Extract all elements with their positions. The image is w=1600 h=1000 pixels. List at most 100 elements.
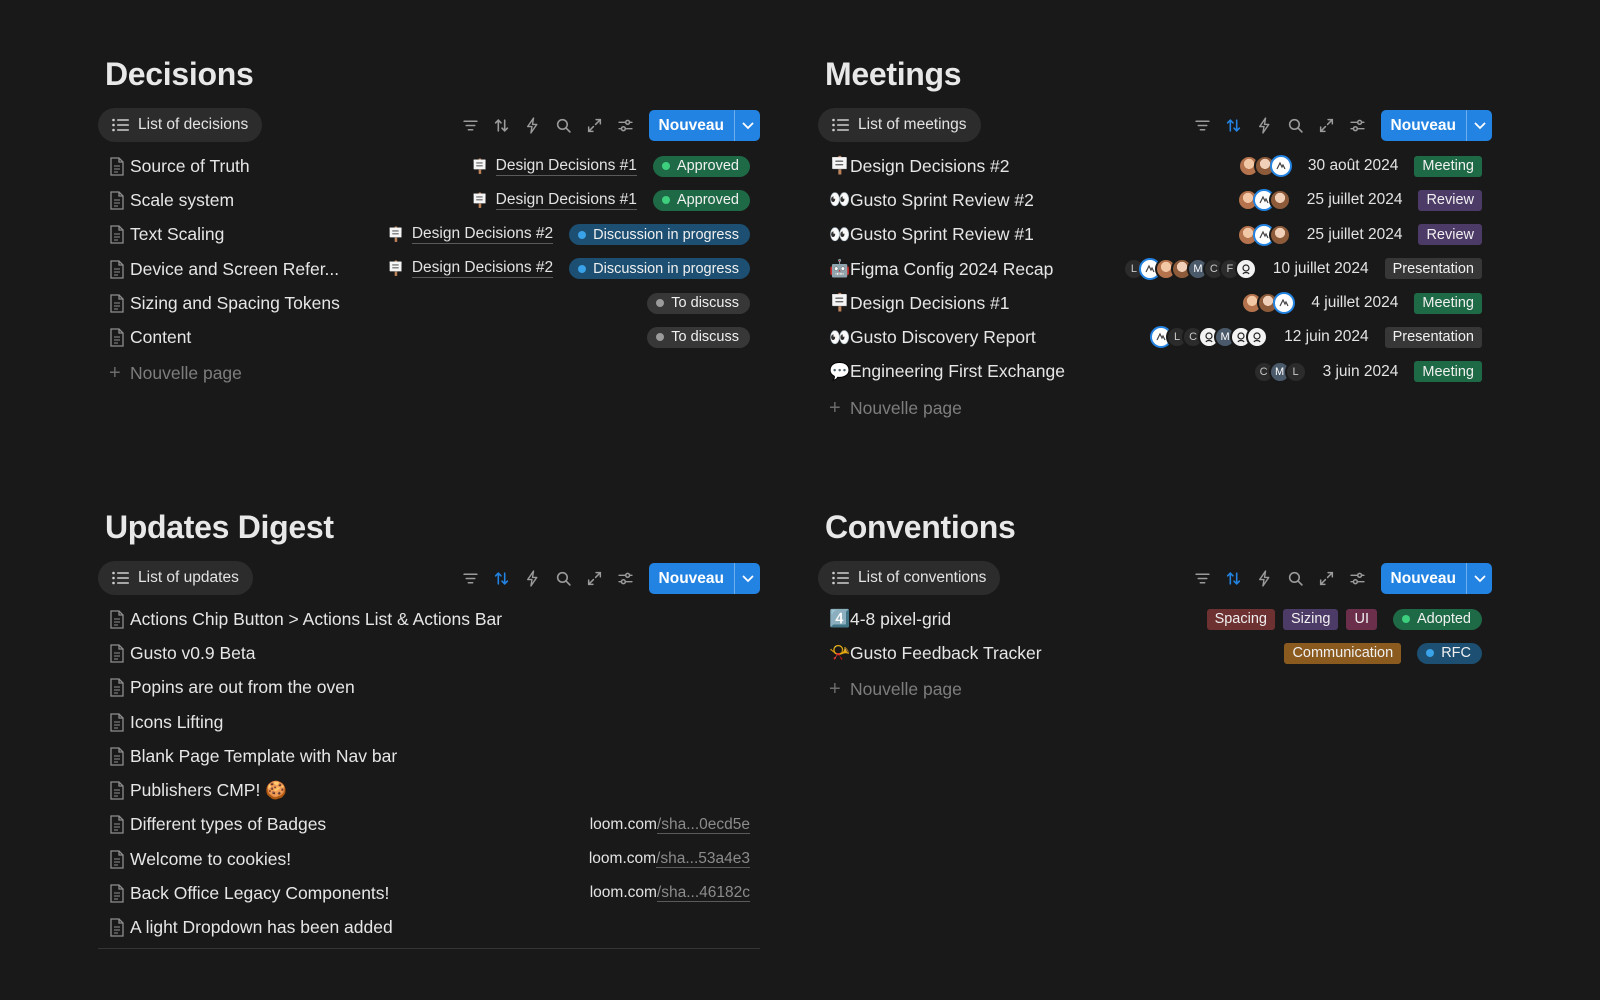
updates-view-tab[interactable]: List of updates	[98, 561, 253, 595]
update-title: Blank Page Template with Nav bar	[130, 745, 398, 766]
update-title: Different types of Badges	[130, 814, 327, 835]
convention-row[interactable]: 4️⃣ 4-8 pixel-grid Spacing Sizing UI Ado…	[818, 602, 1492, 636]
settings-icon[interactable]	[610, 110, 641, 141]
new-page-label: Nouvelle page	[130, 363, 242, 384]
chevron-down-icon[interactable]	[734, 563, 760, 594]
decisions-new-button[interactable]: Nouveau	[648, 110, 760, 141]
update-row[interactable]: Welcome to cookies! loom.com/sha...53a4e3	[98, 842, 760, 876]
loom-link[interactable]: loom.com/sha...53a4e3	[589, 850, 750, 869]
decisions-view-tab[interactable]: List of decisions	[98, 108, 263, 142]
relation-label: Design Decisions #2	[411, 225, 554, 245]
filter-icon[interactable]	[455, 563, 486, 594]
decision-relation[interactable]: 🪧 Design Decisions #2	[387, 225, 554, 245]
convention-row[interactable]: 📯 Gusto Feedback Tracker Communication R…	[818, 636, 1492, 670]
expand-icon[interactable]	[1311, 110, 1342, 141]
filter-icon[interactable]	[1187, 563, 1218, 594]
meeting-date: 10 juillet 2024	[1272, 259, 1369, 277]
settings-icon[interactable]	[610, 563, 641, 594]
decision-row[interactable]: Device and Screen Refer... 🪧 Design Decis…	[98, 252, 760, 286]
page-icon	[98, 918, 130, 937]
decision-relation[interactable]: 🪧 Design Decisions #1	[471, 157, 637, 176]
update-row[interactable]: Gusto v0.9 Beta	[98, 636, 760, 670]
decisions-tools: Nouveau	[455, 110, 760, 141]
sort-icon[interactable]	[1218, 110, 1249, 141]
page-icon	[98, 225, 130, 244]
list-icon	[832, 118, 849, 132]
meeting-title: Design Decisions #2	[850, 155, 1010, 176]
conventions-new-button[interactable]: Nouveau	[1380, 563, 1492, 594]
filter-icon[interactable]	[455, 110, 486, 141]
expand-icon[interactable]	[1311, 563, 1342, 594]
meetings-view-tab[interactable]: List of meetings	[818, 108, 981, 142]
update-row[interactable]: Back Office Legacy Components! loom.com/s…	[98, 876, 760, 910]
settings-icon[interactable]	[1342, 563, 1373, 594]
conventions-view-label: List of conventions	[858, 569, 987, 586]
meeting-row[interactable]: 🤖 Figma Config 2024 Recap L M C F 10 juillet…	[818, 252, 1492, 286]
page-icon	[98, 781, 130, 800]
loom-link[interactable]: loom.com/sha...46182c	[590, 884, 750, 903]
meeting-row[interactable]: 👀 Gusto Sprint Review #1 25 juillet 2024…	[818, 218, 1492, 252]
signpost-icon: 🪧	[471, 157, 489, 174]
meeting-row[interactable]: 👀 Gusto Sprint Review #2 25 juillet 2024…	[818, 183, 1492, 217]
update-row[interactable]: Blank Page Template with Nav bar	[98, 739, 760, 773]
decision-row[interactable]: Content To discuss	[98, 320, 760, 354]
sort-icon[interactable]	[486, 110, 517, 141]
decision-row[interactable]: Scale system 🪧 Design Decisions #1 Approve…	[98, 183, 760, 217]
updates-divider	[98, 947, 760, 949]
signpost-icon: 🪧	[471, 191, 489, 208]
meetings-new-page[interactable]: + Nouvelle page	[818, 389, 1492, 427]
meeting-type-tag: Presentation	[1384, 258, 1482, 280]
search-icon[interactable]	[1280, 110, 1311, 141]
update-row[interactable]: Icons Lifting	[98, 705, 760, 739]
meeting-row[interactable]: 🪧 Design Decisions #1 4 juillet 2024 Meet…	[818, 286, 1492, 320]
lightning-icon[interactable]	[517, 563, 548, 594]
lightning-icon[interactable]	[517, 110, 548, 141]
tag-spacing: Spacing	[1206, 608, 1275, 630]
chevron-down-icon[interactable]	[1466, 563, 1492, 594]
filter-icon[interactable]	[1187, 110, 1218, 141]
meeting-row[interactable]: 👀 Gusto Discovery Report L C M 12 juin 2024…	[818, 320, 1492, 354]
decision-row[interactable]: Source of Truth 🪧 Design Decisions #1 Appr…	[98, 149, 760, 183]
lightning-icon[interactable]	[1249, 110, 1280, 141]
link-path: /sha...46182c	[656, 884, 750, 903]
status-label: Discussion in progress	[593, 260, 739, 277]
decision-row[interactable]: Text Scaling 🪧 Design Decisions #2 Discuss…	[98, 218, 760, 252]
meeting-row[interactable]: 💬 Engineering First Exchange CML 3 juin 2…	[818, 355, 1492, 389]
update-row[interactable]: Popins are out from the oven	[98, 671, 760, 705]
search-icon[interactable]	[548, 563, 579, 594]
robot-icon: 🤖	[829, 259, 851, 279]
settings-icon[interactable]	[1342, 110, 1373, 141]
search-icon[interactable]	[548, 110, 579, 141]
meeting-title: Figma Config 2024 Recap	[850, 258, 1054, 279]
conventions-new-page[interactable]: + Nouvelle page	[818, 671, 1492, 709]
page-icon	[98, 609, 130, 629]
decision-row[interactable]: Sizing and Spacing Tokens To discuss	[98, 286, 760, 320]
meetings-view-label: List of meetings	[858, 116, 967, 133]
updates-new-button[interactable]: Nouveau	[648, 563, 760, 594]
conventions-toolbar: List of conventions Nouveau	[818, 559, 1492, 599]
convention-title: Gusto Feedback Tracker	[850, 642, 1042, 663]
update-row[interactable]: A light Dropdown has been added	[98, 911, 760, 945]
tag-sizing: Sizing	[1282, 608, 1339, 630]
convention-title: 4-8 pixel-grid	[850, 608, 952, 629]
update-row[interactable]: Publishers CMP! 🍪	[98, 773, 760, 807]
sort-icon[interactable]	[486, 563, 517, 594]
expand-icon[interactable]	[579, 110, 610, 141]
decision-relation[interactable]: 🪧 Design Decisions #2	[387, 259, 554, 279]
update-row[interactable]: Actions Chip Button > Actions List & Act…	[98, 602, 760, 636]
expand-icon[interactable]	[579, 563, 610, 594]
loom-link[interactable]: loom.com/sha...0ecd5e	[590, 815, 750, 834]
meeting-row[interactable]: 🪧 Design Decisions #2 30 août 2024 Meetin…	[818, 149, 1492, 183]
new-button-label: Nouveau	[1390, 117, 1456, 134]
update-row[interactable]: Different types of Badges loom.com/sha...…	[98, 808, 760, 842]
lightning-icon[interactable]	[1249, 563, 1280, 594]
chevron-down-icon[interactable]	[1466, 110, 1492, 141]
page-icon	[98, 712, 130, 732]
chevron-down-icon[interactable]	[734, 110, 760, 141]
meetings-new-button[interactable]: Nouveau	[1380, 110, 1492, 141]
conventions-view-tab[interactable]: List of conventions	[818, 561, 1001, 595]
sort-icon[interactable]	[1218, 563, 1249, 594]
search-icon[interactable]	[1280, 563, 1311, 594]
decision-relation[interactable]: 🪧 Design Decisions #1	[471, 191, 637, 210]
decisions-new-page[interactable]: + Nouvelle page	[98, 355, 760, 393]
